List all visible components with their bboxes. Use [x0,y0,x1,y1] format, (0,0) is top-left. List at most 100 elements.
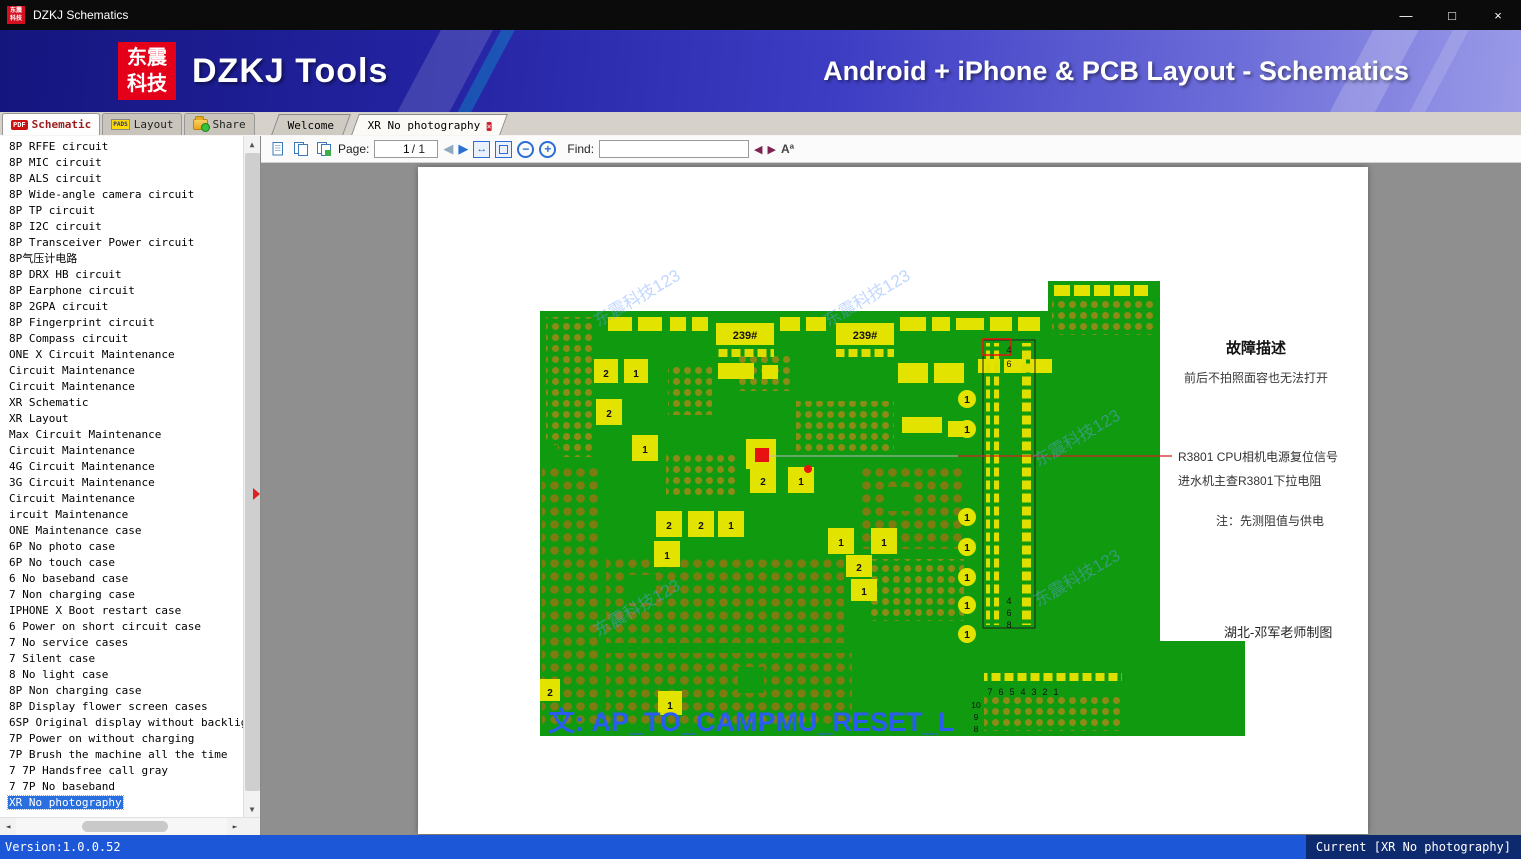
svg-text:7: 7 [987,687,992,697]
annotation-author: 湖北-邓军老师制图 [1224,625,1332,640]
list-item[interactable]: Circuit Maintenance [0,379,243,395]
svg-text:9: 9 [974,712,979,722]
svg-text:2: 2 [1042,687,1047,697]
list-item[interactable]: 7 7P No baseband [0,779,243,795]
horizontal-scroll-thumb[interactable] [82,821,168,832]
list-item[interactable]: 8P Display flower screen cases [0,699,243,715]
find-label: Find: [567,142,595,156]
version-label: Version:1.0.0.52 [5,840,121,854]
doc-tab-welcome[interactable]: Welcome [270,114,351,135]
minimize-button[interactable]: — [1383,0,1429,30]
svg-text:1: 1 [838,538,844,549]
zoom-in-icon[interactable]: + [539,140,557,158]
list-item[interactable]: 6P No touch case [0,555,243,571]
doc-tab-xr-label: XR No photography [367,118,481,132]
content-area: Page: / 1 ◀ ▶ ↔ − + Find: ◀ ▶ Aª [261,136,1521,835]
match-case-icon[interactable]: Aª [781,142,794,156]
list-item[interactable]: Circuit Maintenance [0,443,243,459]
find-input[interactable] [600,141,749,157]
scroll-right-icon[interactable]: ► [227,818,243,835]
tab-share[interactable]: Share [184,113,255,135]
svg-text:2: 2 [547,688,553,699]
svg-text:1: 1 [964,424,970,436]
svg-text:2: 2 [606,409,612,420]
list-item[interactable]: 8P Transceiver Power circuit [0,235,243,251]
list-item[interactable]: 4G Circuit Maintenance [0,459,243,475]
list-item[interactable]: 8P MIC circuit [0,155,243,171]
sidebar-horizontal-scrollbar[interactable]: ◄ ► [0,817,260,835]
list-item[interactable]: XR No photography [0,795,243,811]
list-item[interactable]: 8 No light case [0,667,243,683]
list-item[interactable]: 8P ALS circuit [0,171,243,187]
svg-text:1: 1 [964,600,970,612]
list-item[interactable]: 8P气压计电路 [0,251,243,267]
list-item[interactable]: 8P Wide-angle camera circuit [0,187,243,203]
list-item[interactable]: 8P 2GPA circuit [0,299,243,315]
list-item[interactable]: 8P I2C circuit [0,219,243,235]
vertical-scroll-track[interactable] [244,152,260,801]
annotation-note3: 注：先测阻值与供电 [1216,513,1324,528]
list-item[interactable]: ONE X Circuit Maintenance [0,347,243,363]
list-item[interactable]: Max Circuit Maintenance [0,427,243,443]
fit-width-icon[interactable]: ↔ [473,140,491,158]
horizontal-scroll-track[interactable] [16,818,227,835]
list-item[interactable]: 6 No baseband case [0,571,243,587]
tab-layout[interactable]: PADS Layout [102,113,183,135]
brand-logo-line2: 科技 [127,73,167,95]
list-item[interactable]: 6P No photo case [0,539,243,555]
list-item[interactable]: 7 Silent case [0,651,243,667]
copy-pages-icon[interactable] [292,140,310,158]
tab-schematic[interactable]: PDF Schematic [2,113,101,135]
list-item[interactable]: XR Layout [0,411,243,427]
list-item[interactable]: Circuit Maintenance [0,491,243,507]
scroll-up-icon[interactable]: ▲ [244,136,260,152]
list-item[interactable]: 6SP Original display without backlight [0,715,243,731]
list-item[interactable]: ONE Maintenance case [0,523,243,539]
list-item[interactable]: 8P Compass circuit [0,331,243,347]
tab-bar: PDF Schematic PADS Layout Share Welcome … [0,112,1521,136]
svg-text:1: 1 [964,394,970,406]
doc-tab-xr-no-photography[interactable]: XR No photography × [351,114,509,135]
previous-page-icon[interactable]: ◀ [443,141,453,157]
find-box [599,140,750,158]
multi-pages-icon[interactable] [315,140,333,158]
zoom-out-icon[interactable]: − [517,140,535,158]
svg-text:5: 5 [1009,687,1014,697]
scroll-left-icon[interactable]: ◄ [0,818,16,835]
list-item[interactable]: 8P Earphone circuit [0,283,243,299]
single-page-icon[interactable] [269,140,287,158]
list-item[interactable]: XR Schematic [0,395,243,411]
scroll-down-icon[interactable]: ▼ [244,801,260,817]
list-item[interactable]: 8P TP circuit [0,203,243,219]
sidebar-vertical-scrollbar[interactable]: ▲ ▼ [243,136,260,817]
list-item[interactable]: 7 Non charging case [0,587,243,603]
list-item[interactable]: 8P DRX HB circuit [0,267,243,283]
maximize-button[interactable]: □ [1429,0,1475,30]
find-previous-icon[interactable]: ◀ [754,143,762,156]
list-item[interactable]: 7 7P Handsfree call gray [0,763,243,779]
list-item[interactable]: 3G Circuit Maintenance [0,475,243,491]
list-item[interactable]: IPHONE X Boot restart case [0,603,243,619]
find-next-icon[interactable]: ▶ [768,143,776,156]
list-item[interactable]: 8P Non charging case [0,683,243,699]
list-item[interactable]: 7P Power on without charging [0,731,243,747]
list-item[interactable]: 7P Brush the machine all the time [0,747,243,763]
list-item[interactable]: 7 No service cases [0,635,243,651]
sidebar-collapse-handle[interactable] [253,488,260,500]
close-button[interactable]: × [1475,0,1521,30]
list-item[interactable]: Circuit Maintenance [0,363,243,379]
next-page-icon[interactable]: ▶ [458,141,468,157]
tab-schematic-label: Schematic [31,118,92,131]
tab-close-icon[interactable]: × [486,121,492,131]
fit-page-icon[interactable] [495,140,513,158]
vertical-scroll-thumb[interactable] [245,153,260,791]
tab-layout-label: Layout [133,118,174,131]
list-item[interactable]: 8P Fingerprint circuit [0,315,243,331]
list-item[interactable]: 8P RFFE circuit [0,139,243,155]
list-item[interactable]: ircuit Maintenance [0,507,243,523]
document-viewer[interactable]: 4 6 4 6 8 1 1 1 1 1 1 1 239# 239# 2 1 2 … [261,163,1521,835]
main-area: 8P RFFE circuit 8P MIC circuit 8P ALS circ… [0,136,1521,835]
page-number-input[interactable] [387,142,410,156]
list-item[interactable]: 6 Power on short circuit case [0,619,243,635]
fault-title: 故障描述 [1226,339,1286,357]
